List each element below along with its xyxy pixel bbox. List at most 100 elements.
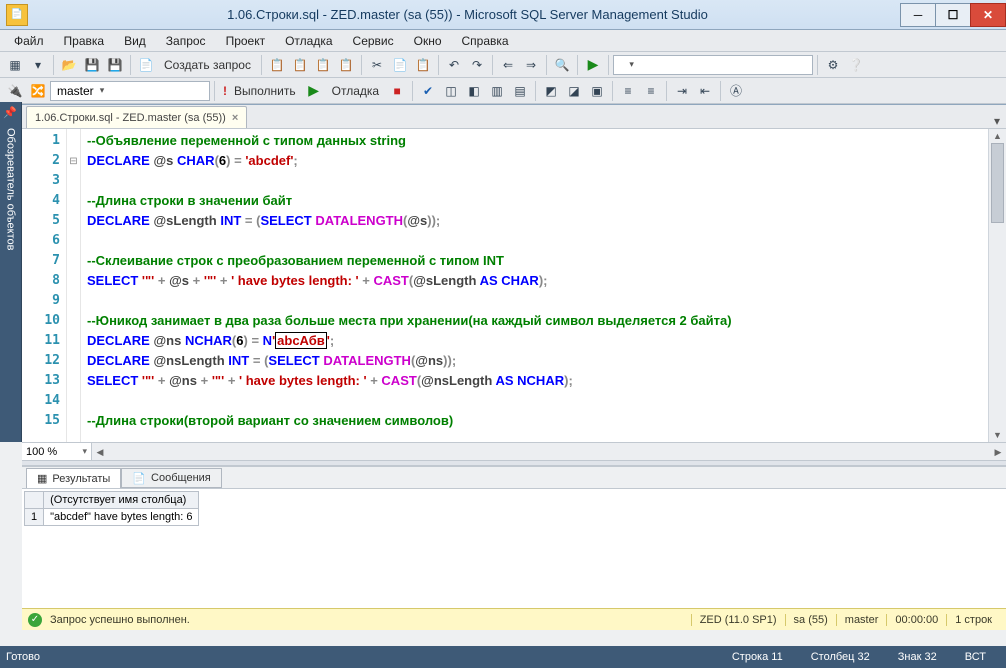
parse-icon[interactable]: ✔ bbox=[417, 80, 439, 102]
indent-icon[interactable]: ⇥ bbox=[671, 80, 693, 102]
uncomment-icon[interactable]: ≡ bbox=[640, 80, 662, 102]
debug-play-icon[interactable]: ▶ bbox=[303, 80, 325, 102]
code-editor[interactable]: 123456789101112131415 ⊟ --Объявление пер… bbox=[22, 129, 1006, 442]
fold-box[interactable] bbox=[67, 171, 80, 191]
fold-box[interactable] bbox=[67, 271, 80, 291]
object-explorer-tab[interactable]: 📌 Обозреватель объектов bbox=[0, 102, 22, 442]
fold-box[interactable] bbox=[67, 291, 80, 311]
tb-icon-1[interactable]: 📋 bbox=[266, 54, 288, 76]
connection-icon[interactable]: 🔌 bbox=[4, 80, 26, 102]
tb-icon-2[interactable]: 📋 bbox=[289, 54, 311, 76]
grid-row-header[interactable]: 1 bbox=[25, 509, 44, 526]
fold-box[interactable] bbox=[67, 351, 80, 371]
code-line[interactable]: SELECT '"' + @ns + '"' + ' have bytes le… bbox=[87, 371, 988, 391]
scroll-thumb[interactable] bbox=[991, 143, 1004, 223]
menu-item-окно[interactable]: Окно bbox=[404, 30, 452, 52]
execute-button[interactable]: Выполнить bbox=[228, 84, 302, 98]
scroll-up-icon[interactable]: ▲ bbox=[989, 129, 1006, 143]
dropdown-icon[interactable]: ▾ bbox=[27, 54, 49, 76]
code-line[interactable]: DECLARE @sLength INT = (SELECT DATALENGT… bbox=[87, 211, 988, 231]
database-dropdown[interactable]: master ▾ bbox=[50, 81, 210, 101]
fold-box[interactable] bbox=[67, 311, 80, 331]
open-icon[interactable]: 📂 bbox=[58, 54, 80, 76]
debug-button[interactable]: Отладка bbox=[326, 84, 385, 98]
hscroll-left-icon[interactable]: ◀ bbox=[92, 443, 108, 461]
vertical-scrollbar[interactable]: ▲ ▼ bbox=[988, 129, 1006, 442]
help-icon[interactable]: ❔ bbox=[845, 54, 867, 76]
nav-fwd-icon[interactable]: ⇒ bbox=[520, 54, 542, 76]
grid-cell[interactable]: "abcdef" have bytes length: 6 bbox=[44, 509, 199, 526]
grid-col-header[interactable]: (Отсутствует имя столбца) bbox=[44, 492, 199, 509]
code-line[interactable]: DECLARE @s CHAR(6) = 'abcdef'; bbox=[87, 151, 988, 171]
code-line[interactable]: DECLARE @ns NCHAR(6) = N'abcАбв'; bbox=[87, 331, 988, 351]
client-stats-icon[interactable]: ◪ bbox=[563, 80, 585, 102]
specify-values-icon[interactable]: Ⓐ bbox=[725, 80, 747, 102]
redo-icon[interactable]: ↷ bbox=[466, 54, 488, 76]
tab-results[interactable]: ▦ Результаты bbox=[26, 468, 121, 488]
include-plan-icon[interactable]: ◩ bbox=[540, 80, 562, 102]
menu-item-файл[interactable]: Файл bbox=[4, 30, 54, 52]
menu-item-запрос[interactable]: Запрос bbox=[156, 30, 216, 52]
fold-box[interactable] bbox=[67, 191, 80, 211]
code-line[interactable] bbox=[87, 231, 988, 251]
outdent-icon[interactable]: ⇤ bbox=[694, 80, 716, 102]
results-text-icon[interactable]: ▤ bbox=[509, 80, 531, 102]
code-line[interactable]: --Склеивание строк с преобразованием пер… bbox=[87, 251, 988, 271]
code-line[interactable] bbox=[87, 291, 988, 311]
fold-box[interactable] bbox=[67, 411, 80, 431]
stop-icon[interactable]: ■ bbox=[386, 80, 408, 102]
fold-box[interactable] bbox=[67, 211, 80, 231]
cut-icon[interactable]: ✂ bbox=[366, 54, 388, 76]
menu-item-проект[interactable]: Проект bbox=[216, 30, 276, 52]
estimated-plan-icon[interactable]: ◫ bbox=[440, 80, 462, 102]
code-content[interactable]: --Объявление переменной с типом данных s… bbox=[81, 129, 988, 442]
code-line[interactable] bbox=[87, 391, 988, 411]
save-all-icon[interactable]: 💾 bbox=[104, 54, 126, 76]
run-icon[interactable]: ▶ bbox=[582, 54, 604, 76]
options-icon[interactable]: ◧ bbox=[463, 80, 485, 102]
grid-corner[interactable] bbox=[25, 492, 44, 509]
menu-item-справка[interactable]: Справка bbox=[452, 30, 519, 52]
hscroll-right-icon[interactable]: ▶ bbox=[990, 443, 1006, 461]
tb2-icon-c[interactable]: ▣ bbox=[586, 80, 608, 102]
tabs-dropdown-icon[interactable]: ▾ bbox=[988, 114, 1006, 128]
undo-icon[interactable]: ↶ bbox=[443, 54, 465, 76]
code-line[interactable]: SELECT '"' + @s + '"' + ' have bytes len… bbox=[87, 271, 988, 291]
close-tab-icon[interactable]: × bbox=[232, 112, 238, 124]
fold-box[interactable]: ⊟ bbox=[67, 151, 80, 171]
document-tab-active[interactable]: 1.06.Строки.sql - ZED.master (sa (55)) × bbox=[26, 106, 247, 128]
fold-box[interactable] bbox=[67, 231, 80, 251]
paste-icon[interactable]: 📋 bbox=[412, 54, 434, 76]
nav-back-icon[interactable]: ⇐ bbox=[497, 54, 519, 76]
code-line[interactable]: --Объявление переменной с типом данных s… bbox=[87, 131, 988, 151]
new-query-button[interactable]: Создать запрос bbox=[158, 58, 257, 72]
solution-dropdown[interactable]: ▾ bbox=[613, 55, 813, 75]
code-line[interactable]: --Юникод занимает в два раза больше мест… bbox=[87, 311, 988, 331]
tb-icon-3[interactable]: 📋 bbox=[312, 54, 334, 76]
code-line[interactable]: --Длина строки в значении байт bbox=[87, 191, 988, 211]
scroll-down-icon[interactable]: ▼ bbox=[989, 428, 1006, 442]
pin-icon[interactable]: 📌 bbox=[3, 106, 17, 120]
code-line[interactable]: --Длина строки(второй вариант со значени… bbox=[87, 411, 988, 431]
horizontal-scrollbar[interactable] bbox=[108, 443, 990, 461]
tb-icon-4[interactable]: 📋 bbox=[335, 54, 357, 76]
results-grid-icon[interactable]: ▥ bbox=[486, 80, 508, 102]
copy-icon[interactable]: 📄 bbox=[389, 54, 411, 76]
fold-box[interactable] bbox=[67, 331, 80, 351]
zoom-dropdown[interactable]: 100 % ▾ bbox=[22, 443, 92, 461]
results-grid[interactable]: (Отсутствует имя столбца) 1 "abcdef" hav… bbox=[22, 489, 1006, 608]
menu-item-сервис[interactable]: Сервис bbox=[343, 30, 404, 52]
minimize-button[interactable]: ─ bbox=[900, 3, 936, 27]
new-project-icon[interactable]: ▦ bbox=[4, 54, 26, 76]
change-conn-icon[interactable]: 🔀 bbox=[27, 80, 49, 102]
fold-box[interactable] bbox=[67, 371, 80, 391]
fold-box[interactable] bbox=[67, 391, 80, 411]
fold-box[interactable] bbox=[67, 251, 80, 271]
menu-item-вид[interactable]: Вид bbox=[114, 30, 156, 52]
maximize-button[interactable]: ☐ bbox=[935, 3, 971, 27]
save-icon[interactable]: 💾 bbox=[81, 54, 103, 76]
fold-box[interactable] bbox=[67, 131, 80, 151]
new-query-icon[interactable]: 📄 bbox=[135, 54, 157, 76]
tools-icon[interactable]: ⚙ bbox=[822, 54, 844, 76]
code-line[interactable] bbox=[87, 171, 988, 191]
